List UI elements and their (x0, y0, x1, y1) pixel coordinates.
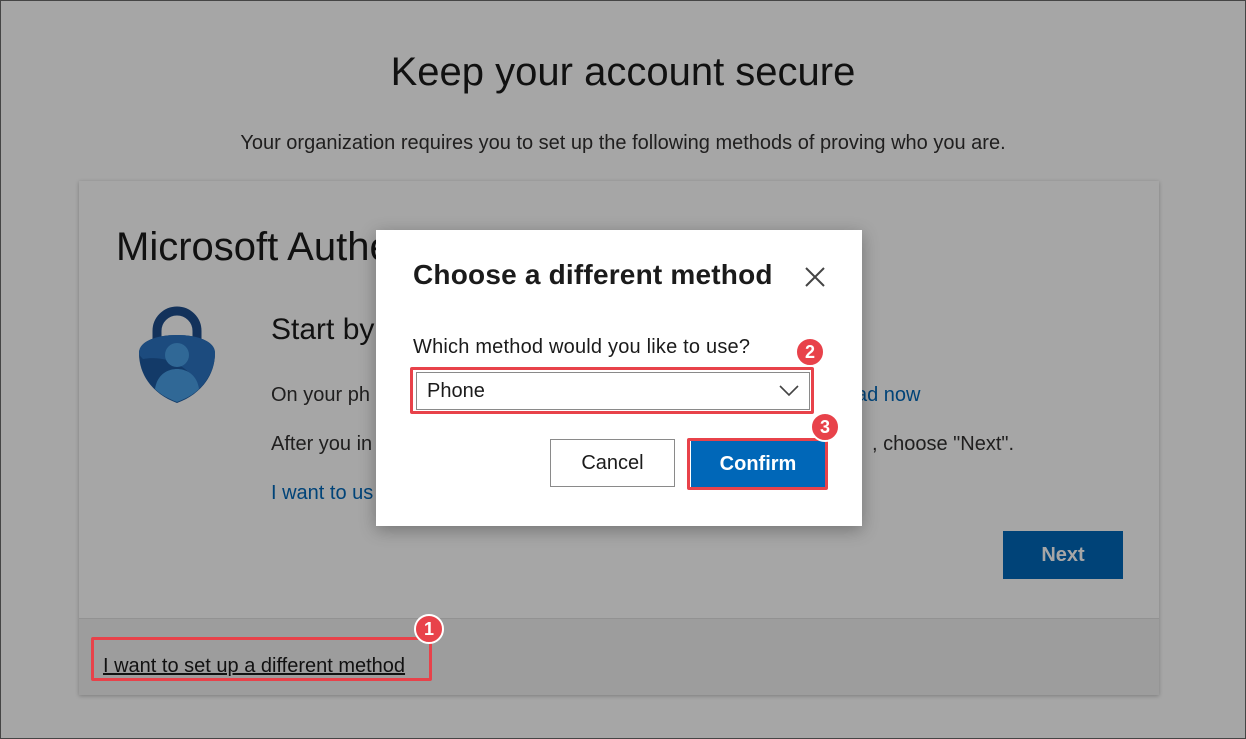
cancel-button[interactable]: Cancel (550, 439, 675, 487)
close-icon[interactable] (804, 266, 826, 288)
annotation-badge-2: 2 (795, 337, 825, 367)
annotation-badge-1: 1 (414, 614, 444, 644)
annotation-badge-3: 3 (810, 412, 840, 442)
annotation-box-2 (410, 367, 814, 414)
annotation-box-1 (91, 637, 432, 681)
annotation-box-3 (687, 438, 828, 490)
method-question-label: Which method would you like to use? (413, 336, 751, 358)
dialog-title: Choose a different method (413, 259, 773, 290)
